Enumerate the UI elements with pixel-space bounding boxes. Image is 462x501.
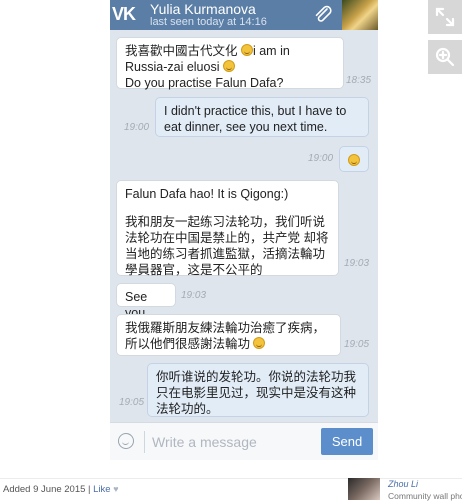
separator: | <box>88 484 91 495</box>
fullscreen-button[interactable] <box>428 0 462 34</box>
message-outgoing <box>339 146 369 172</box>
contact-name[interactable]: Yulia Kurmanova <box>150 1 256 17</box>
message-time: 19:03 <box>344 258 370 269</box>
message-time: 19:03 <box>181 290 207 301</box>
message-time: 19:05 <box>119 397 145 408</box>
message-incoming: 我喜歡中國古代文化 i am in Russia-zai eluosi Do y… <box>116 37 344 90</box>
message-incoming: Falun Dafa hao! It is Qigong:) 我和朋友一起练习法… <box>116 180 339 277</box>
heart-icon[interactable]: ♥ <box>113 484 118 494</box>
message-incoming: See you <box>116 283 176 320</box>
message-text: I didn't practice this, but I have to ea… <box>164 104 347 134</box>
zoom-button[interactable] <box>428 40 462 74</box>
smile-emoji-icon <box>253 337 266 349</box>
message-text: 我喜歡中國古代文化 <box>125 44 241 58</box>
message-text: Falun Dafa hao! It is Qigong:) <box>125 187 289 201</box>
message-text: 我和朋友一起练习法轮功，我们听说法轮功在中国是禁止的，共产党 却将当地的练习者抓… <box>125 215 329 277</box>
paperclip-icon[interactable] <box>312 4 334 26</box>
message-incoming: 我俄羅斯朋友練法輪功治癒了疾病，所以他們很感謝法輪功 <box>116 314 341 356</box>
post-date: Added 9 June 2015 <box>3 484 86 495</box>
contact-status: last seen today at 14:16 <box>150 16 267 28</box>
message-text: 我俄羅斯朋友練法輪功治癒了疾病，所以他們很感謝法輪功 <box>125 321 326 351</box>
post-footer: Added 9 June 2015 | Like ♥ <box>3 484 119 495</box>
vk-logo-icon[interactable]: VK <box>112 3 146 25</box>
message-input[interactable] <box>152 431 312 453</box>
message-time: 19:00 <box>124 122 150 133</box>
message-list[interactable]: 我喜歡中國古代文化 i am in Russia-zai eluosi Do y… <box>110 30 378 422</box>
smile-emoji-icon <box>222 60 235 72</box>
message-outgoing: I didn't practice this, but I have to ea… <box>155 97 369 137</box>
emoji-picker-icon[interactable] <box>118 433 134 449</box>
contact-avatar[interactable] <box>342 0 378 30</box>
like-link[interactable]: Like <box>93 484 110 495</box>
message-text: Do you practise Falun Dafa? <box>125 76 284 90</box>
smile-emoji-icon <box>240 44 253 56</box>
zoom-in-icon <box>435 47 455 67</box>
send-button[interactable]: Send <box>321 428 373 455</box>
message-text: 你听谁说的发轮功。你说的法轮功我只在电影里见过，现实中是没有这种法轮功的。 <box>156 370 357 416</box>
commenter-avatar[interactable] <box>348 478 380 500</box>
message-time: 19:05 <box>344 339 370 350</box>
commenter-name[interactable]: Zhou Li <box>388 479 418 489</box>
divider <box>144 431 145 453</box>
message-outgoing: 你听谁说的发轮功。你说的法轮功我只在电影里见过，现实中是没有这种法轮功的。 <box>147 363 369 417</box>
message-composer: Send <box>110 422 378 460</box>
expand-icon <box>435 7 455 27</box>
chat-header: VK Yulia Kurmanova last seen today at 14… <box>110 0 378 30</box>
chat-window: VK Yulia Kurmanova last seen today at 14… <box>110 0 378 460</box>
smile-emoji-icon <box>348 154 360 166</box>
message-time: 19:00 <box>308 153 334 164</box>
message-time: 18:35 <box>346 75 372 86</box>
